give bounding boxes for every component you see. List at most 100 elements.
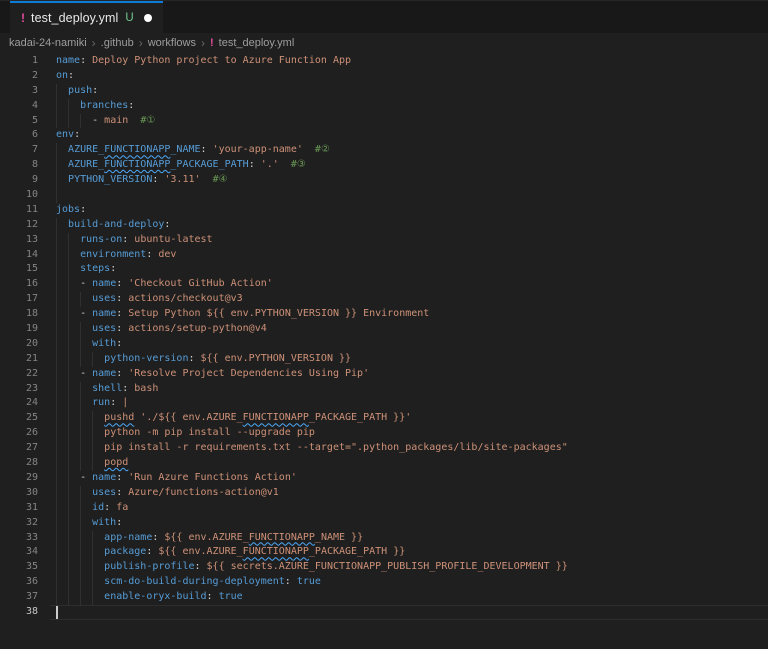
line-number[interactable]: 18 [0, 307, 38, 322]
line-number[interactable]: 3 [0, 84, 38, 99]
code-token: jobs [56, 203, 81, 215]
line-number[interactable]: 33 [0, 531, 38, 546]
line-number[interactable]: 19 [0, 322, 38, 337]
code-line[interactable]: 8 AZURE_FUNCTIONAPP_PACKAGE_PATH: '.' #③ [0, 158, 768, 174]
code-line[interactable]: 30 uses: Azure/functions-action@v1 [0, 485, 768, 501]
code-line[interactable]: 32 with: [0, 515, 768, 531]
code-line[interactable]: 31 id: fa [0, 500, 768, 516]
line-number[interactable]: 35 [0, 560, 38, 575]
code-line[interactable]: 29 - name: 'Run Azure Functions Action' [0, 470, 768, 486]
code-line[interactable]: 16 - name: 'Checkout GitHub Action' [0, 277, 768, 293]
code-line[interactable]: 15 steps: [0, 262, 768, 278]
line-number[interactable]: 24 [0, 396, 38, 411]
code-line[interactable]: 12 build-and-deploy: [0, 217, 768, 233]
line-number[interactable]: 9 [0, 173, 38, 188]
code-line[interactable]: 22 - name: 'Resolve Project Dependencies… [0, 366, 768, 382]
code-token: : [80, 203, 87, 215]
line-number[interactable]: 37 [0, 590, 38, 605]
line-number[interactable]: 23 [0, 382, 38, 397]
code-line[interactable]: 11 jobs: [0, 203, 768, 218]
line-number[interactable]: 34 [0, 545, 38, 560]
code-line[interactable]: 33 app-name: ${{ env.AZURE_FUNCTIONAPP_N… [0, 530, 768, 546]
line-number[interactable]: 4 [0, 99, 38, 114]
code-token: : [116, 293, 129, 305]
code-line[interactable]: 38 [0, 604, 768, 620]
code-line[interactable]: 37 enable-oryx-build: true [0, 590, 768, 605]
line-number[interactable]: 8 [0, 158, 38, 173]
code-line[interactable]: 13 runs-on: ubuntu-latest [0, 232, 768, 248]
code-line[interactable]: 10 [0, 188, 768, 203]
code-line[interactable]: 28 popd [0, 456, 768, 471]
line-number[interactable]: 21 [0, 352, 38, 367]
code-line[interactable]: 20 with: [0, 336, 768, 352]
line-number[interactable]: 12 [0, 218, 38, 233]
code-line[interactable]: 21 python-version: ${{ env.PYTHON_VERSIO… [0, 351, 768, 367]
line-number[interactable]: 6 [0, 128, 38, 143]
code-line-text: pushd './${{ env.AZURE_FUNCTIONAPP_PACKA… [56, 411, 411, 426]
line-number[interactable]: 17 [0, 292, 38, 307]
breadcrumb-item[interactable]: workflows [148, 37, 196, 49]
code-line[interactable]: 35 publish-profile: ${{ secrets.AZURE_FU… [0, 560, 768, 576]
tab-test-deploy-yml[interactable]: ! test_deploy.yml U [10, 1, 163, 33]
code-line[interactable]: 3 push: [0, 83, 768, 99]
code-line[interactable]: 24 run: | [0, 396, 768, 412]
line-number[interactable]: 32 [0, 516, 38, 531]
line-number[interactable]: 28 [0, 456, 38, 471]
code-token: package [104, 546, 147, 558]
code-line[interactable]: 18 - name: Setup Python ${{ env.PYTHON_V… [0, 307, 768, 323]
line-number[interactable]: 20 [0, 337, 38, 352]
line-number[interactable]: 29 [0, 471, 38, 486]
line-number[interactable]: 27 [0, 441, 38, 456]
code-line[interactable]: 25 pushd './${{ env.AZURE_FUNCTIONAPP_PA… [0, 411, 768, 427]
code-line[interactable]: 2 on: [0, 69, 768, 84]
code-line[interactable]: 17 uses: actions/checkout@v3 [0, 292, 768, 308]
code-line[interactable]: 9 PYTHON_VERSION: '3.11' #④ [0, 173, 768, 189]
breadcrumb-item[interactable]: kadai-24-namiki [9, 37, 87, 49]
line-number[interactable]: 36 [0, 575, 38, 590]
code-token: #① [140, 114, 156, 126]
line-number[interactable]: 11 [0, 203, 38, 218]
yaml-file-icon: ! [21, 11, 25, 25]
code-line[interactable]: 6 env: [0, 128, 768, 143]
code-token: FUNCTIONAPP [242, 546, 309, 558]
unsaved-changes-dot[interactable] [143, 14, 152, 22]
code-token: : [206, 591, 219, 603]
code-token: pip install -r requirements.txt --target… [104, 442, 568, 454]
code-editor[interactable]: 1 name: Deploy Python project to Azure Fu… [0, 53, 768, 620]
line-number[interactable]: 38 [0, 605, 38, 620]
line-number[interactable]: 14 [0, 248, 38, 263]
line-number[interactable]: 30 [0, 486, 38, 501]
code-line[interactable]: 4 branches: [0, 98, 768, 114]
code-token: : [284, 576, 297, 588]
line-number[interactable]: 16 [0, 277, 38, 292]
code-token: #② [314, 144, 330, 156]
line-number[interactable]: 15 [0, 262, 38, 277]
code-line[interactable]: 26 python -m pip install --upgrade pip [0, 426, 768, 442]
code-line-text: run: | [56, 396, 128, 411]
code-line[interactable]: 23 shell: bash [0, 381, 768, 397]
line-number[interactable]: 1 [0, 54, 38, 69]
line-number[interactable]: 2 [0, 69, 38, 84]
code-line[interactable]: 27 pip install -r requirements.txt --tar… [0, 441, 768, 457]
code-line[interactable]: 34 package: ${{ env.AZURE_FUNCTIONAPP_PA… [0, 545, 768, 561]
breadcrumb-item[interactable]: .github [101, 37, 134, 49]
line-number[interactable]: 22 [0, 367, 38, 382]
line-number[interactable]: 13 [0, 233, 38, 248]
code-line[interactable]: 36 scm-do-build-during-deployment: true [0, 575, 768, 591]
code-line[interactable]: 19 uses: actions/setup-python@v4 [0, 322, 768, 337]
line-number[interactable]: 10 [0, 188, 38, 203]
code-line[interactable]: 14 environment: dev [0, 247, 768, 263]
code-line[interactable]: 5 - main #① [0, 113, 768, 129]
line-number[interactable]: 26 [0, 426, 38, 441]
code-line-text: runs-on: ubuntu-latest [56, 233, 212, 248]
code-line[interactable]: 7 AZURE_FUNCTIONAPP_NAME: 'your-app-name… [0, 143, 768, 159]
line-number[interactable]: 7 [0, 143, 38, 158]
line-number[interactable]: 5 [0, 114, 38, 129]
line-number[interactable]: 25 [0, 411, 38, 426]
line-number[interactable]: 31 [0, 501, 38, 516]
code-line[interactable]: 1 name: Deploy Python project to Azure Fu… [0, 54, 768, 69]
breadcrumb-file[interactable]: ! test_deploy.yml [210, 37, 294, 49]
